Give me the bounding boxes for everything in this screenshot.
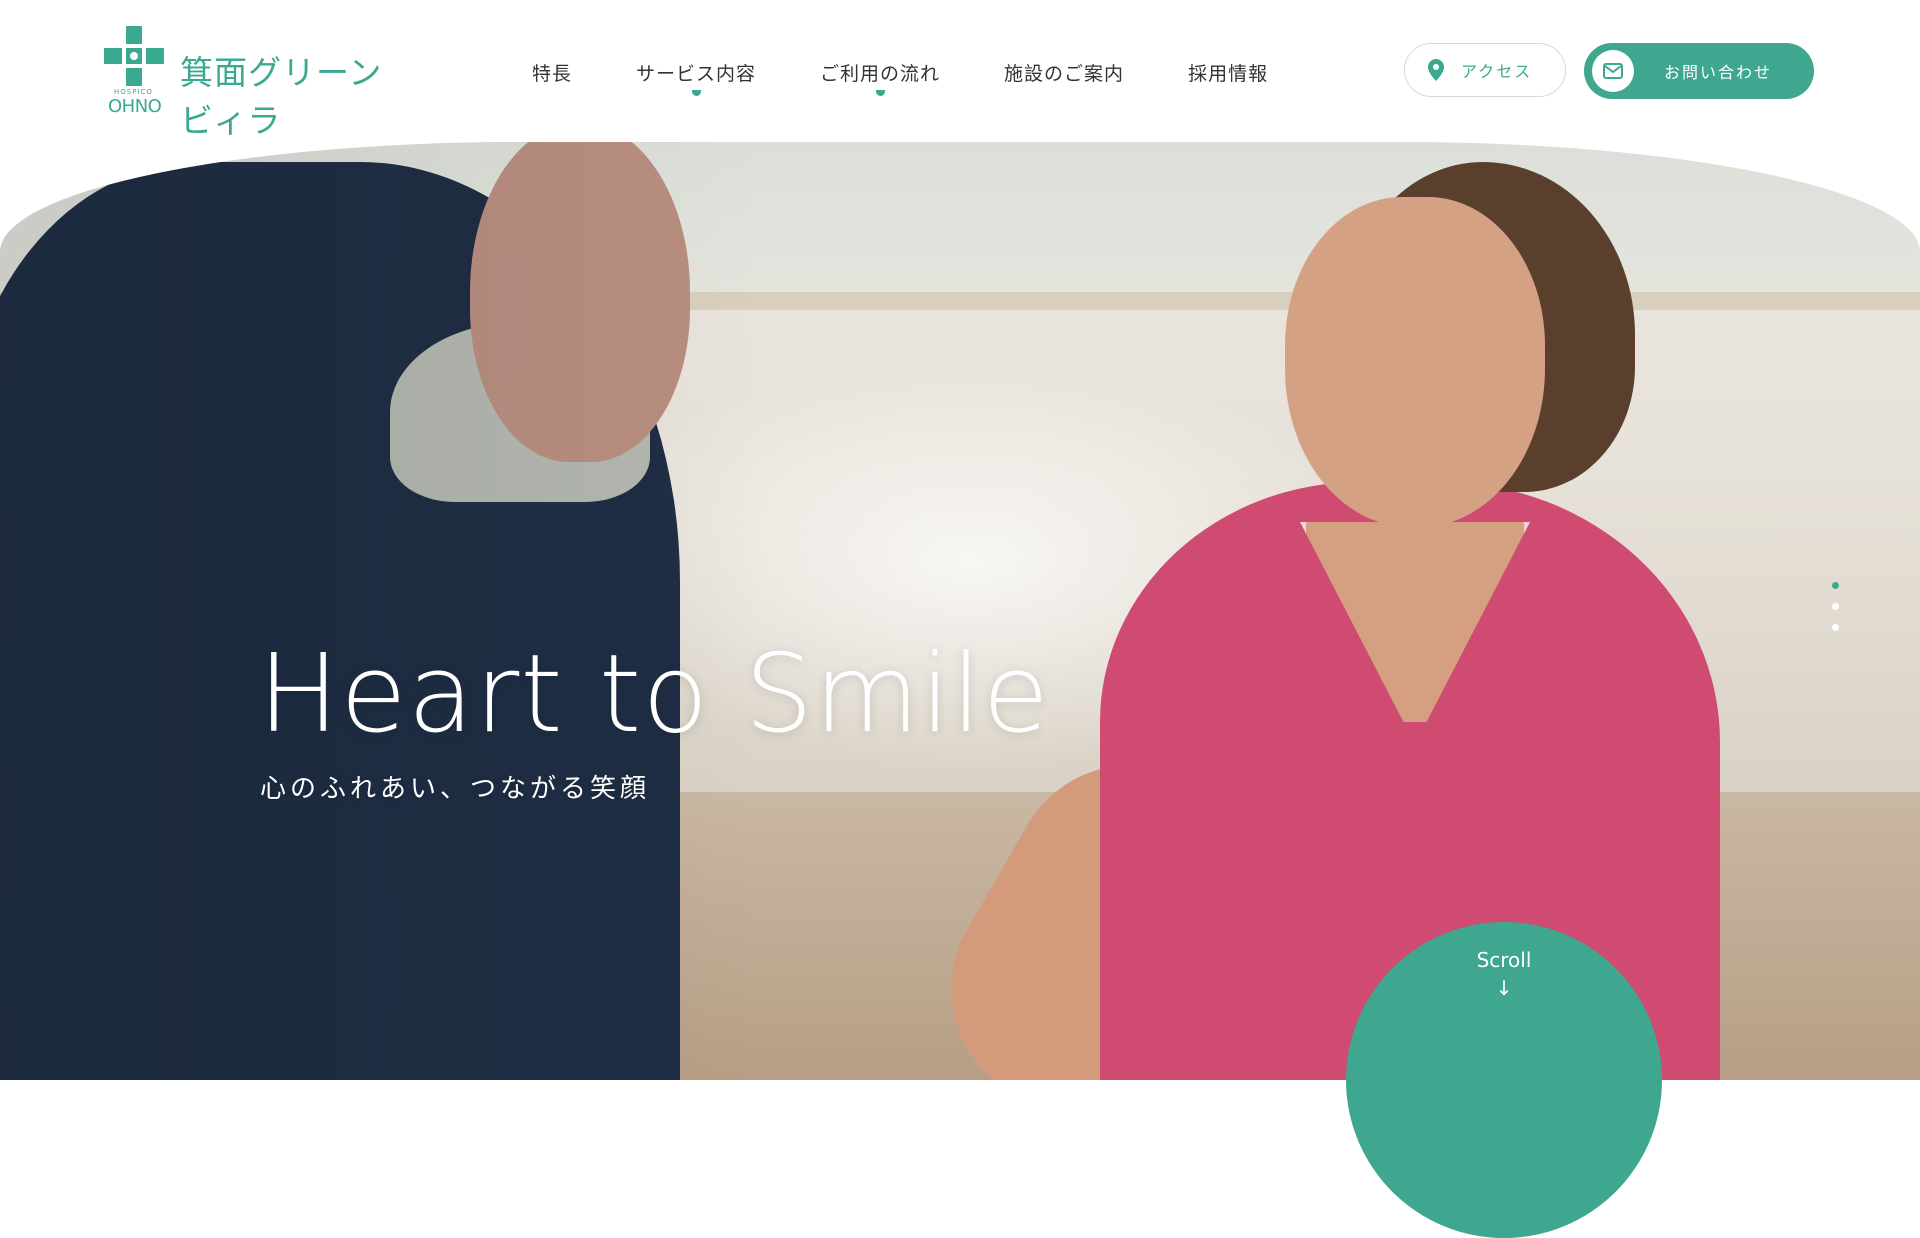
scroll-label: Scroll [1476,948,1532,972]
slide-dot[interactable] [1832,582,1839,589]
arrow-down-icon: ↓ [1495,976,1513,1000]
contact-button-label: お問い合わせ [1664,63,1773,82]
hero-overlay [0,142,1920,1080]
hero-section [0,142,1920,1080]
main-nav: 特長 サービス内容 ご利用の流れ 施設のご案内 採用情報 [500,58,1300,96]
hero-subtitle: 心のふれあい、つながる笑顔 [260,774,651,804]
scroll-button[interactable]: Scroll ↓ [1346,922,1662,1238]
map-pin-icon [1428,59,1444,81]
mail-icon [1603,63,1623,79]
nav-item-recruit[interactable]: 採用情報 [1156,58,1300,90]
nav-item-services[interactable]: サービス内容 [604,58,788,96]
logo-japanese-text: 箕面グリーンビィラ [180,53,383,140]
mail-icon-circle [1592,50,1634,92]
slide-dot[interactable] [1832,603,1839,610]
logo-cross-icon [104,26,164,86]
nav-item-flow[interactable]: ご利用の流れ [788,58,972,96]
site-logo[interactable]: HOSPICO OHNO 箕面グリーンビィラ [104,26,384,140]
logo-english-text: OHNO [108,96,162,117]
logo-sub-text: HOSPICO [114,88,153,96]
slide-indicator [1832,582,1840,645]
nav-item-features[interactable]: 特長 [500,58,604,90]
nav-item-facility[interactable]: 施設のご案内 [972,58,1156,90]
site-header: HOSPICO OHNO 箕面グリーンビィラ 特長 サービス内容 ご利用の流れ … [0,0,1920,142]
slide-dot[interactable] [1832,624,1839,631]
access-button[interactable]: アクセス [1404,43,1566,97]
contact-button[interactable]: お問い合わせ [1584,43,1814,99]
hero-title: Heart to Smile [258,632,1050,757]
access-button-label: アクセス [1461,62,1533,81]
